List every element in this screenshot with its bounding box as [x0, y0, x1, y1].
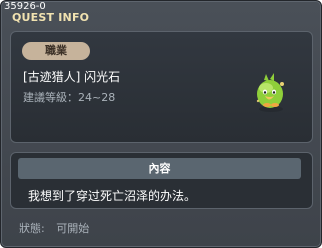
window-title: QUEST INFO [12, 11, 90, 24]
content-panel: 內容 我想到了穿过死亡沼泽的办法。 [10, 152, 313, 209]
content-header: 內容 [18, 158, 301, 179]
recommended-level: 建議等級：24~28 [23, 91, 116, 104]
status-value: 可開始 [56, 222, 90, 235]
quest-summary-panel: 職業 [古迹猎人] 闪光石 建議等級：24~28 [10, 31, 313, 143]
green-slime-npc-icon [249, 70, 293, 114]
quest-name: [古迹猎人] 闪光石 [23, 70, 121, 84]
title-bar[interactable]: 35926-0 QUEST INFO [1, 1, 321, 27]
job-badge: 職業 [22, 42, 90, 60]
status-label: 狀態: [19, 222, 45, 235]
content-text: 我想到了穿过死亡沼泽的办法。 [28, 189, 197, 203]
status-line: 狀態: 可開始 [19, 222, 89, 236]
quest-info-window: 35926-0 QUEST INFO 職業 [古迹猎人] 闪光石 建議等級：24… [0, 0, 322, 248]
